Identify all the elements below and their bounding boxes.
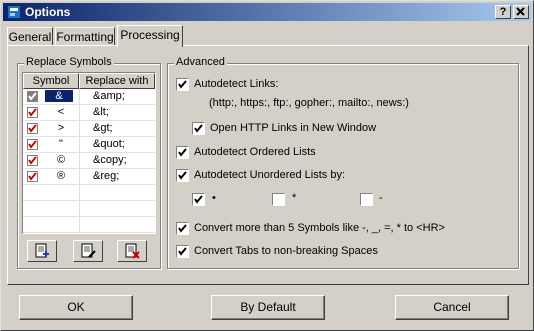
convert-tabs-checkbox[interactable] [176,245,189,258]
column-header-replace[interactable]: Replace with [79,73,155,89]
tab-general[interactable]: General [7,27,53,46]
symbol-cell: < [57,106,65,118]
unordered-lists-checkbox[interactable] [176,169,189,182]
row-checkbox[interactable] [27,139,38,150]
column-header-symbol[interactable]: Symbol [23,73,79,89]
window-title: Options [25,5,71,19]
autodetect-links-checkbox[interactable] [176,78,189,91]
delete-row-icon [125,243,140,259]
checkmark-icon [28,156,37,165]
tab-processing[interactable]: Processing [117,25,183,47]
replace-cell: &lt; [93,106,109,118]
edit-symbol-button[interactable] [73,240,103,262]
symbols-table[interactable]: Symbol Replace with & &amp; < &lt; > &gt… [22,72,156,234]
checkmark-icon [178,171,187,180]
replace-cell: &amp; [93,90,125,102]
table-row-empty[interactable] [23,201,155,217]
open-new-window-checkbox[interactable] [192,122,205,135]
convert-symbols-checkbox[interactable] [176,222,189,235]
cancel-button[interactable]: Cancel [395,295,509,320]
replace-cell: &quot; [93,138,125,150]
symbol-cell: & [45,90,73,102]
checkmark-icon [178,224,187,233]
checkmark-icon [178,80,187,89]
delete-symbol-button[interactable] [117,240,147,262]
unordered-lists-label: Autodetect Unordered Lists by: [194,169,346,181]
row-checkbox[interactable] [27,155,38,166]
replace-symbols-legend: Replace Symbols [24,56,114,68]
edit-row-icon [81,243,96,258]
links-protocols-note: (http:, https:, ftp:, gopher:, mailto:, … [209,97,409,109]
table-row[interactable]: & &amp; [23,89,155,105]
bullet-dot-label: • [212,192,216,204]
bullet-asterisk-checkbox[interactable] [272,193,285,206]
checkmark-icon [28,172,37,181]
row-checkbox[interactable] [27,171,38,182]
advanced-group: Advanced [167,56,519,269]
add-row-icon [35,243,49,258]
bullet-dot-checkbox[interactable] [192,193,205,206]
row-checkbox[interactable] [27,123,38,134]
bullet-dash-label: - [379,192,383,204]
ordered-lists-checkbox[interactable] [176,146,189,159]
table-row[interactable]: " &quot; [23,137,155,153]
checkmark-icon [194,124,203,133]
tab-formatting[interactable]: Formatting [55,27,115,46]
close-icon [516,7,525,16]
table-row[interactable]: © &copy; [23,153,155,169]
checkmark-icon [28,108,37,117]
checkmark-icon [28,124,37,133]
row-checkbox[interactable] [27,107,38,118]
help-button[interactable]: ? [495,5,511,19]
replace-cell: &copy; [93,154,127,166]
by-default-button[interactable]: By Default [211,295,325,320]
symbol-cell: > [57,122,65,134]
ordered-lists-label: Autodetect Ordered Lists [194,146,316,158]
checkmark-icon [194,195,203,204]
advanced-legend: Advanced [174,56,227,68]
checkmark-icon [178,247,187,256]
replace-cell: &reg; [93,170,120,182]
checkmark-icon [178,148,187,157]
open-new-window-label: Open HTTP Links in New Window [210,122,377,134]
table-row[interactable]: < &lt; [23,105,155,121]
table-row[interactable]: > &gt; [23,121,155,137]
ok-button[interactable]: OK [19,295,133,320]
symbol-cell: " [59,138,63,150]
symbol-cell: ® [56,170,66,182]
table-row-empty[interactable] [23,185,155,201]
bullet-asterisk-label: * [292,192,297,204]
replace-cell: &gt; [93,122,113,134]
add-symbol-button[interactable] [27,240,57,262]
row-checkbox[interactable] [27,91,38,102]
table-row[interactable]: ® &reg; [23,169,155,185]
table-header: Symbol Replace with [23,73,155,89]
bullet-dash-checkbox[interactable] [360,193,373,206]
close-button[interactable] [513,5,529,19]
table-row-empty[interactable] [23,217,155,233]
convert-symbols-label: Convert more than 5 Symbols like -, _, =… [194,222,445,234]
symbol-cell: © [56,154,66,166]
title-bar: Options ? [3,3,531,21]
options-dialog: Options ? General Formatting Processing … [0,0,534,331]
checkmark-icon [28,92,37,101]
app-icon [8,6,20,18]
convert-tabs-label: Convert Tabs to non-breaking Spaces [194,245,378,257]
autodetect-links-label: Autodetect Links: [194,78,279,90]
checkmark-icon [28,140,37,149]
